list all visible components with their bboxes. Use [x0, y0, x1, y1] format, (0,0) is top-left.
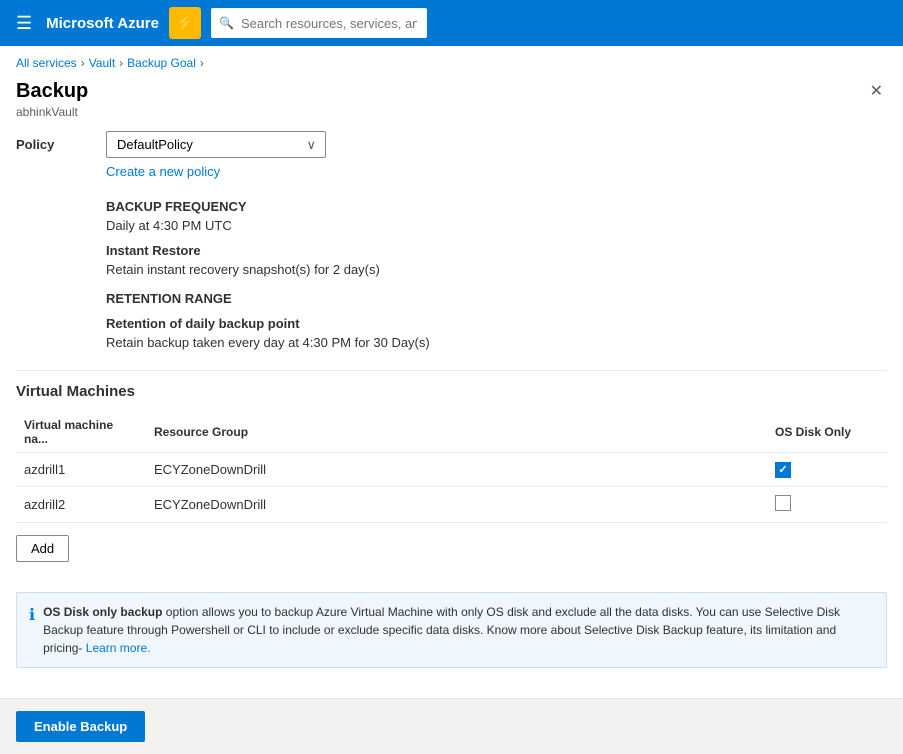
virtual-machines-section: Virtual Machines Virtual machine na... R… [16, 383, 887, 576]
info-text-bold: OS Disk only backup [43, 605, 162, 619]
policy-right: DefaultPolicy Create a new policy [106, 131, 326, 179]
retention-range-title: RETENTION RANGE [106, 291, 887, 306]
enable-backup-button[interactable]: Enable Backup [16, 711, 145, 742]
checkbox-unchecked[interactable] [775, 495, 791, 511]
breadcrumb-sep-3: › [200, 56, 204, 70]
policy-row: Policy DefaultPolicy Create a new policy [16, 131, 887, 179]
policy-select[interactable]: DefaultPolicy [106, 131, 326, 158]
create-policy-link[interactable]: Create a new policy [106, 164, 326, 179]
breadcrumb-backup-goal[interactable]: Backup Goal [127, 56, 196, 70]
breadcrumb-sep-2: › [119, 56, 123, 70]
col-header-os: OS Disk Only [767, 412, 887, 453]
vm-name-cell: azdrill2 [16, 486, 146, 522]
vm-rg-cell: ECYZoneDownDrill [146, 486, 767, 522]
bottom-bar: Enable Backup [0, 698, 903, 754]
col-header-name: Virtual machine na... [16, 412, 146, 453]
content-area: Policy DefaultPolicy Create a new policy… [0, 131, 903, 684]
breadcrumb-sep-1: › [81, 56, 85, 70]
policy-details: BACKUP FREQUENCY Daily at 4:30 PM UTC In… [106, 199, 887, 350]
vm-table: Virtual machine na... Resource Group OS … [16, 412, 887, 523]
instant-restore-title: Instant Restore [106, 243, 887, 258]
page-subtitle: abhinkVault [16, 105, 88, 119]
table-row: azdrill1ECYZoneDownDrill [16, 453, 887, 487]
section-divider [16, 370, 887, 371]
retention-daily-text: Retain backup taken every day at 4:30 PM… [106, 335, 887, 350]
vm-section-title: Virtual Machines [16, 383, 887, 400]
hamburger-menu[interactable]: ☰ [12, 9, 36, 38]
info-icon: ℹ [29, 604, 35, 657]
topbar-title: Microsoft Azure [46, 15, 159, 32]
info-text-body: option allows you to backup Azure Virtua… [43, 605, 840, 655]
backup-frequency-text: Daily at 4:30 PM UTC [106, 218, 887, 233]
page-header: Backup abhinkVault ✕ [0, 76, 903, 131]
info-box: ℹ OS Disk only backup option allows you … [16, 592, 887, 668]
topbar: ☰ Microsoft Azure ⚡ [0, 0, 903, 46]
breadcrumb: All services › Vault › Backup Goal › [0, 46, 903, 76]
breadcrumb-vault[interactable]: Vault [89, 56, 115, 70]
policy-select-wrap: DefaultPolicy [106, 131, 326, 158]
vm-name-cell: azdrill1 [16, 453, 146, 487]
search-wrap [211, 8, 691, 38]
close-button[interactable]: ✕ [866, 80, 887, 104]
learn-more-link[interactable]: Learn more. [86, 641, 151, 655]
policy-label: Policy [16, 131, 66, 152]
vm-osdisk-cell [767, 453, 887, 487]
breadcrumb-all-services[interactable]: All services [16, 56, 77, 70]
instant-restore-text: Retain instant recovery snapshot(s) for … [106, 262, 887, 277]
col-header-rg: Resource Group [146, 412, 767, 453]
table-header-row: Virtual machine na... Resource Group OS … [16, 412, 887, 453]
lightning-icon: ⚡ [175, 13, 195, 33]
vm-rg-cell: ECYZoneDownDrill [146, 453, 767, 487]
table-row: azdrill2ECYZoneDownDrill [16, 486, 887, 522]
backup-frequency-title: BACKUP FREQUENCY [106, 199, 887, 214]
add-button[interactable]: Add [16, 535, 69, 562]
search-input[interactable] [211, 8, 427, 38]
info-text: OS Disk only backup option allows you to… [43, 603, 874, 657]
page-title: Backup [16, 80, 88, 103]
page-header-text: Backup abhinkVault [16, 80, 88, 119]
retention-daily-title: Retention of daily backup point [106, 316, 887, 331]
checkbox-checked[interactable] [775, 462, 791, 478]
azure-icon-button[interactable]: ⚡ [169, 7, 201, 39]
vm-osdisk-cell [767, 486, 887, 522]
